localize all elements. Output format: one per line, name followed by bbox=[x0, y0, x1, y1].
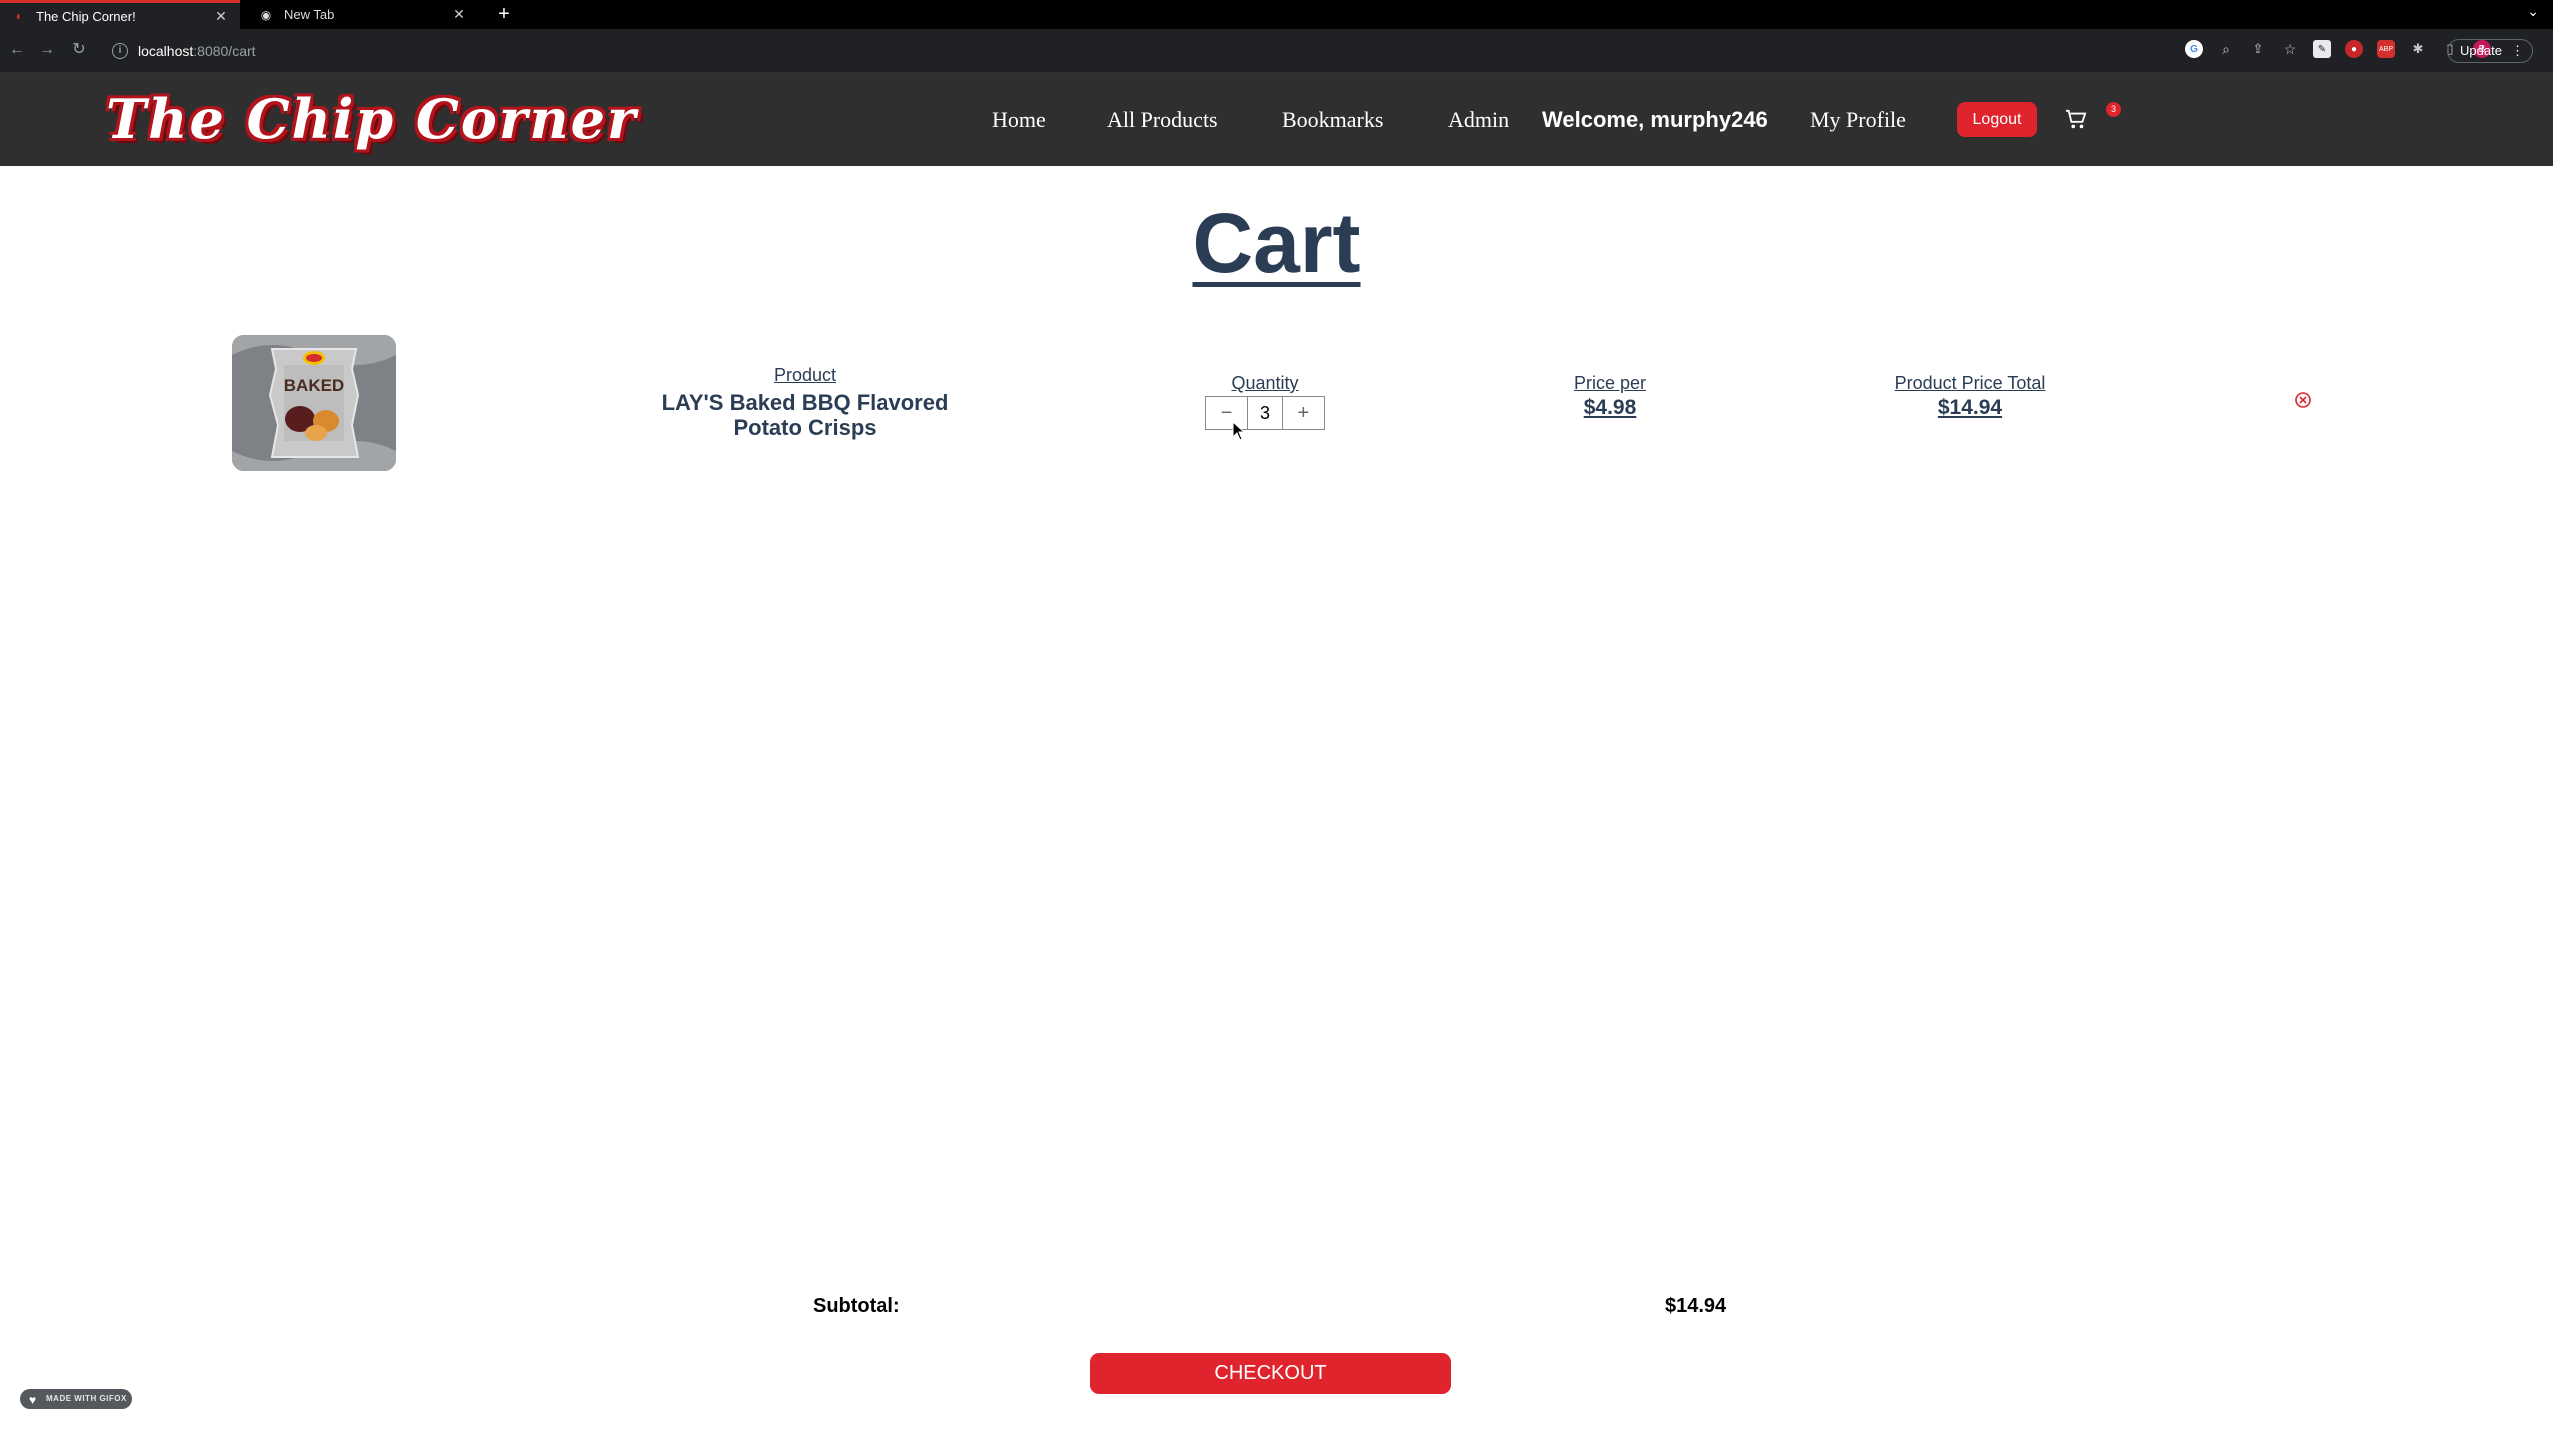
zoom-icon[interactable]: ⌕ bbox=[2217, 40, 2235, 58]
bag-text: BAKED bbox=[284, 376, 344, 395]
address-bar[interactable]: i localhost:8080/cart bbox=[104, 36, 2114, 66]
browser-tab-bar: ◖ The Chip Corner! ✕ ◉ New Tab ✕ + ⌄ bbox=[0, 0, 2553, 29]
extension-pen-icon[interactable]: ✎ bbox=[2313, 40, 2331, 58]
forward-arrow-icon[interactable]: → bbox=[36, 39, 58, 61]
chrome-favicon-icon: ◉ bbox=[260, 7, 272, 22]
tab-title: The Chip Corner! bbox=[36, 8, 136, 24]
logout-button[interactable]: Logout bbox=[1957, 102, 2037, 137]
tab-search-chevron-icon[interactable]: ⌄ bbox=[2527, 3, 2539, 20]
nav-all-products[interactable]: All Products bbox=[1107, 107, 1218, 133]
tab-title: New Tab bbox=[284, 7, 335, 22]
site-info-icon[interactable]: i bbox=[112, 43, 128, 59]
quantity-column-label: Quantity bbox=[1231, 373, 1299, 393]
logo-text: The Chip Corner bbox=[106, 87, 638, 151]
nav-admin[interactable]: Admin bbox=[1448, 107, 1509, 133]
new-tab-plus-icon[interactable]: + bbox=[492, 2, 516, 26]
site-logo[interactable]: The Chip Corner bbox=[106, 85, 637, 153]
page-title-text: Cart bbox=[1192, 196, 1361, 290]
quantity-stepper: − 3 + bbox=[1205, 396, 1325, 430]
total-column: Product Price Total $14.94 bbox=[1830, 373, 2110, 420]
welcome-text: Welcome, murphy246 bbox=[1542, 107, 1768, 132]
subtotal-label: Subtotal: bbox=[813, 1295, 900, 1317]
quantity-value[interactable]: 3 bbox=[1247, 397, 1283, 429]
nav-my-profile[interactable]: My Profile bbox=[1810, 107, 1906, 133]
price-per-column: Price per $4.98 bbox=[1510, 373, 1710, 420]
tab-new-tab[interactable]: ◉ New Tab ✕ bbox=[248, 0, 478, 29]
product-image[interactable]: BAKED bbox=[232, 335, 396, 471]
menu-dots-icon: ⋮ bbox=[2511, 43, 2524, 58]
nav-home[interactable]: Home bbox=[992, 107, 1046, 133]
reload-icon[interactable]: ↻ bbox=[68, 39, 90, 61]
back-arrow-icon[interactable]: ← bbox=[6, 39, 28, 61]
remove-item-icon[interactable] bbox=[2294, 391, 2312, 409]
site-favicon-icon: ◖ bbox=[14, 9, 22, 23]
extensions-puzzle-icon[interactable]: ✱ bbox=[2409, 40, 2427, 58]
nav-bookmarks[interactable]: Bookmarks bbox=[1282, 107, 1383, 133]
heart-icon: ♥ bbox=[29, 1393, 37, 1407]
cart-item-row: BAKED Product LAY'S Baked BBQ Flavored P… bbox=[0, 330, 2553, 480]
subtotal-value: $14.94 bbox=[1665, 1295, 1727, 1317]
site-header: The Chip Corner Home All Products Bookma… bbox=[0, 73, 2553, 166]
share-icon[interactable]: ⇪ bbox=[2249, 40, 2267, 58]
cart-icon[interactable] bbox=[2065, 109, 2087, 131]
increase-quantity-button[interactable]: + bbox=[1282, 397, 1324, 429]
tab-close-icon[interactable]: ✕ bbox=[212, 8, 230, 25]
browser-toolbar: ← → ↻ i localhost:8080/cart G ⌕ ⇪ ☆ ✎ ● … bbox=[0, 29, 2553, 73]
adblock-icon[interactable]: ABP bbox=[2377, 40, 2395, 58]
gifox-text: MADE WITH GIFOX bbox=[46, 1394, 127, 1403]
product-price-total-label: Product Price Total bbox=[1894, 373, 2046, 393]
tab-close-icon[interactable]: ✕ bbox=[450, 6, 468, 23]
product-price-total-value: $14.94 bbox=[1937, 396, 2003, 419]
product-name[interactable]: LAY'S Baked BBQ Flavored Potato Crisps bbox=[640, 390, 970, 440]
price-per-label: Price per bbox=[1573, 373, 1647, 393]
product-column-label: Product bbox=[773, 365, 837, 385]
product-name-line1: LAY'S Baked BBQ Flavored bbox=[661, 390, 949, 415]
checkout-button[interactable]: CHECKOUT bbox=[1090, 1353, 1451, 1394]
cart-count-badge: 3 bbox=[2106, 102, 2121, 117]
price-per-value: $4.98 bbox=[1583, 396, 1637, 419]
chip-bag-image: BAKED bbox=[232, 335, 396, 471]
update-button[interactable]: Update ⋮ bbox=[2447, 39, 2533, 63]
mouse-cursor-icon bbox=[1232, 421, 1246, 441]
product-column: Product LAY'S Baked BBQ Flavored Potato … bbox=[640, 365, 970, 440]
gifox-watermark: ♥ MADE WITH GIFOX bbox=[20, 1389, 132, 1409]
product-name-line2: Potato Crisps bbox=[733, 415, 877, 440]
tab-the-chip-corner[interactable]: ◖ The Chip Corner! ✕ bbox=[0, 0, 240, 29]
extension-icons: G ⌕ ⇪ ☆ ✎ ● ABP ✱ ▯ B bbox=[2185, 40, 2491, 58]
google-icon[interactable]: G bbox=[2185, 40, 2203, 58]
extension-red-icon[interactable]: ● bbox=[2345, 40, 2363, 58]
quantity-column: Quantity − 3 + bbox=[1150, 373, 1380, 430]
url-text: localhost:8080/cart bbox=[138, 43, 256, 59]
bookmark-star-icon[interactable]: ☆ bbox=[2281, 40, 2299, 58]
page-title: Cart bbox=[0, 195, 2553, 292]
